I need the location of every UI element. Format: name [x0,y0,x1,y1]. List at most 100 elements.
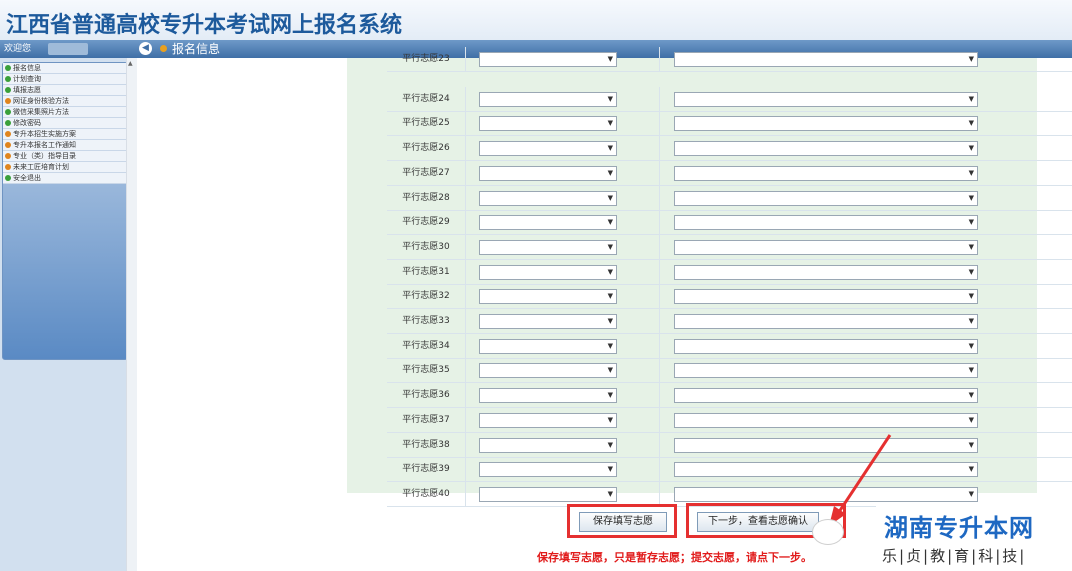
school-select[interactable]: ▼ [479,486,617,502]
school-select[interactable]: ▼ [479,116,617,132]
chevron-down-icon: ▼ [607,440,613,449]
chevron-down-icon: ▼ [968,489,974,498]
sidebar-item[interactable]: 专升本招生实施方案 [3,129,127,140]
sidebar-item-label: 填报志愿 [13,86,41,94]
major-select[interactable]: ▼ [674,165,978,181]
major-select[interactable]: ▼ [674,289,978,305]
row-label: 平行志愿38 [387,432,466,457]
major-select[interactable]: ▼ [674,239,978,255]
major-select[interactable]: ▼ [674,338,978,354]
chevron-down-icon: ▼ [968,415,974,424]
major-select[interactable]: ▼ [674,363,978,379]
major-select[interactable]: ▼ [674,215,978,231]
table-row: 平行志愿25 ▼ ▼ [387,111,1072,137]
welcome-text: 欢迎您 [4,44,32,54]
sidebar-menu: 报名信息 计划查询 填报志愿网证身份核验方法 微信采集照片方法修改密码 专升本招生实施方… [2,62,128,360]
sidebar-item-label: 专升本招生实施方案 [13,130,76,138]
school-select[interactable]: ▼ [479,264,617,280]
system-title: 江西省普通高校专升本考试网上报名系统 [6,13,403,38]
major-select[interactable]: ▼ [674,52,978,67]
row-label: 平行志愿24 [387,86,466,111]
row-label: 平行志愿23 [387,47,466,71]
table-row: 平行志愿34 ▼ ▼ [387,333,1072,359]
sidebar-item-label: 专升本报名工作通知 [13,141,76,149]
chevron-down-icon: ▼ [968,317,974,325]
table-row: 平行志愿31 ▼ ▼ [387,259,1072,285]
chevron-down-icon: ▼ [968,267,974,276]
scrollbar[interactable]: ▲ [126,58,137,571]
sidebar-item-label: 微信采集照片方法 [13,108,69,116]
row-label: 平行志愿36 [387,383,466,408]
chevron-down-icon: ▼ [968,366,974,375]
bullet-icon [5,164,11,170]
chevron-down-icon: ▼ [968,391,974,400]
table-row: 平行志愿28 ▼ ▼ [387,185,1072,211]
school-select[interactable]: ▼ [479,190,617,206]
school-select[interactable]: ▼ [479,388,617,404]
table-row: 平行志愿27 ▼ ▼ [387,160,1072,186]
sidebar-item[interactable]: 专升本报名工作通知 [3,140,127,151]
bullet-icon [5,87,11,93]
sidebar-item[interactable]: 未来工匠培育计划 [3,162,127,173]
school-select[interactable]: ▼ [479,52,617,67]
sidebar-item[interactable]: 网证身份核验方法 [3,96,127,107]
major-select[interactable]: ▼ [674,116,978,132]
school-select[interactable]: ▼ [479,338,617,354]
sidebar-item-label: 网证身份核验方法 [13,97,69,105]
table-row: 平行志愿23 ▼ ▼ [387,47,1072,72]
major-select[interactable]: ▼ [674,412,978,428]
sidebar-item[interactable]: 计划查询 [3,74,127,85]
school-select[interactable]: ▼ [479,314,617,329]
major-select[interactable]: ▼ [674,190,978,206]
main-content: 平行志愿23 ▼ ▼ 平行志愿24 ▼ ▼ 平行志愿25 ▼ ▼ 平行志愿26 ▼ ▼ 平行志愿27 ▼ ▼… [137,47,1072,571]
major-select[interactable]: ▼ [674,388,978,404]
row-label: 平行志愿33 [387,309,466,333]
table-row: 平行志愿30 ▼ ▼ [387,234,1072,260]
chevron-down-icon: ▼ [607,415,613,424]
sidebar-item[interactable]: 微信采集照片方法 [3,107,127,118]
table-row: 平行志愿38 ▼ ▼ [387,432,1072,458]
chevron-down-icon: ▼ [607,94,613,103]
school-select[interactable]: ▼ [479,91,617,107]
sidebar-item[interactable]: 填报志愿 [3,85,127,96]
bullet-icon [5,76,11,82]
table-row: 平行志愿37 ▼ ▼ [387,407,1072,433]
school-select[interactable]: ▼ [479,462,617,478]
scroll-up-icon[interactable]: ▲ [128,60,133,67]
school-select[interactable]: ▼ [479,239,617,255]
school-select[interactable]: ▼ [479,412,617,428]
chevron-down-icon: ▼ [607,489,613,498]
school-select[interactable]: ▼ [479,215,617,231]
row-label: 平行志愿37 [387,407,466,432]
major-select[interactable]: ▼ [674,264,978,280]
sidebar-item[interactable]: 报名信息 [3,63,127,74]
bullet-icon [5,65,11,71]
cell-divider [659,259,660,284]
table-row: 平行志愿36 ▼ ▼ [387,383,1072,409]
collapse-sidebar-button[interactable]: ◀ [139,42,152,55]
major-select[interactable]: ▼ [674,91,978,107]
school-select[interactable]: ▼ [479,141,617,157]
table-row: 平行志愿35 ▼ ▼ [387,358,1072,384]
chevron-down-icon: ▼ [607,242,613,251]
sidebar-item-label: 安全退出 [13,174,41,182]
school-select[interactable]: ▼ [479,289,617,305]
school-select[interactable]: ▼ [479,437,617,453]
watermark-title: 湖南专升本网 [884,514,1034,542]
chevron-down-icon: ▼ [607,341,613,350]
row-label: 平行志愿29 [387,210,466,235]
major-select[interactable]: ▼ [674,141,978,157]
major-select[interactable]: ▼ [674,314,978,329]
sidebar-item[interactable]: 修改密码 [3,118,127,129]
sidebar-item[interactable]: 专业（类）指导目录 [3,151,127,162]
school-select[interactable]: ▼ [479,363,617,379]
chevron-down-icon: ▼ [968,465,974,474]
school-select[interactable]: ▼ [479,165,617,181]
chevron-down-icon: ▼ [607,144,613,153]
sidebar-item[interactable]: 安全退出 [3,173,127,184]
row-label: 平行志愿40 [387,481,466,506]
cell-divider [659,210,660,235]
row-label: 平行志愿35 [387,358,466,383]
sidebar-item-label: 未来工匠培育计划 [13,163,69,171]
header: 江西省普通高校专升本考试网上报名系统 [0,0,1072,40]
